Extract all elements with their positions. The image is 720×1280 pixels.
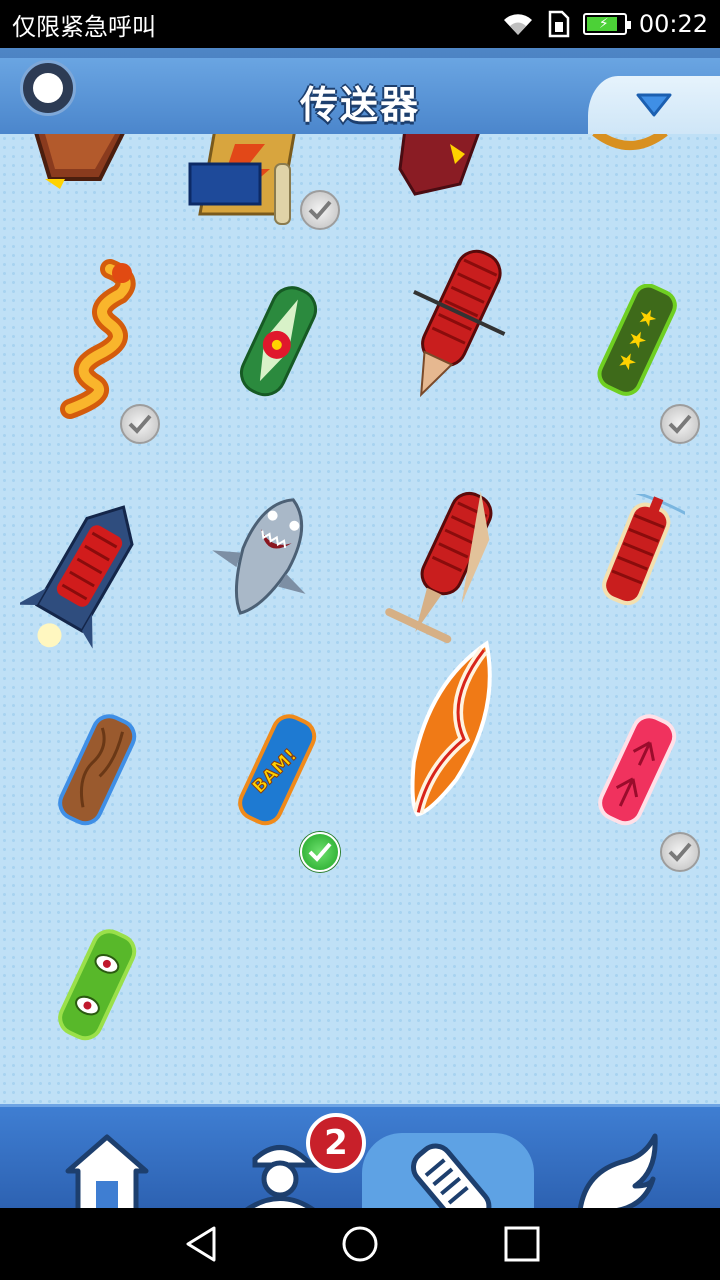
battery-charging-icon: ⚡ bbox=[582, 13, 631, 35]
wifi-icon bbox=[503, 14, 532, 36]
recents-icon bbox=[504, 1226, 540, 1262]
carrier-text: 仅限紧急呼叫 bbox=[12, 12, 156, 41]
wood-board[interactable] bbox=[45, 714, 225, 914]
palm-board[interactable] bbox=[585, 714, 720, 914]
rocket-board[interactable] bbox=[20, 494, 200, 694]
shark-board[interactable] bbox=[210, 489, 390, 689]
nav-hoverboards[interactable] bbox=[362, 1133, 534, 1213]
star-board[interactable]: ★ ★ ★ bbox=[585, 284, 720, 484]
bam-board[interactable]: BAM! bbox=[225, 714, 405, 914]
nav-powerups[interactable] bbox=[560, 1131, 670, 1211]
surf-board[interactable] bbox=[395, 634, 575, 834]
hoverboard-icon bbox=[411, 1143, 492, 1213]
selected-check-icon bbox=[300, 832, 340, 872]
notification-badge: 2 bbox=[306, 1113, 366, 1173]
home-circle-icon bbox=[342, 1226, 378, 1262]
filter-dropdown-button[interactable] bbox=[588, 76, 720, 134]
bottom-nav: 2 bbox=[0, 1104, 720, 1213]
clock: 00:22 bbox=[638, 10, 708, 38]
propeller-board[interactable] bbox=[590, 494, 720, 694]
owned-check-icon bbox=[300, 190, 340, 230]
system-nav-bar bbox=[0, 1208, 720, 1280]
sim-icon bbox=[548, 10, 570, 38]
header: 传送器 bbox=[0, 48, 720, 134]
home-icon bbox=[65, 1134, 149, 1211]
hibiscus-board[interactable] bbox=[225, 284, 405, 484]
nav-home[interactable] bbox=[52, 1131, 162, 1211]
status-icons: ⚡ 00:22 bbox=[501, 10, 708, 38]
back-button[interactable] bbox=[182, 1224, 222, 1264]
hoverboard-grid: ★ ★ ★ BAM! bbox=[0, 134, 720, 1104]
back-icon bbox=[186, 1226, 216, 1262]
recents-button[interactable] bbox=[502, 1224, 542, 1264]
red-jetboard[interactable] bbox=[395, 242, 575, 442]
owned-check-icon bbox=[660, 404, 700, 444]
status-bar: 仅限紧急呼叫 ⚡ 00:22 bbox=[0, 0, 720, 48]
wing-icon bbox=[577, 1133, 658, 1211]
monster-eye-board[interactable] bbox=[45, 929, 225, 1104]
home-system-button[interactable] bbox=[340, 1224, 380, 1264]
owned-check-icon bbox=[660, 832, 700, 872]
owned-check-icon bbox=[120, 404, 160, 444]
chevron-down-icon bbox=[636, 93, 672, 117]
